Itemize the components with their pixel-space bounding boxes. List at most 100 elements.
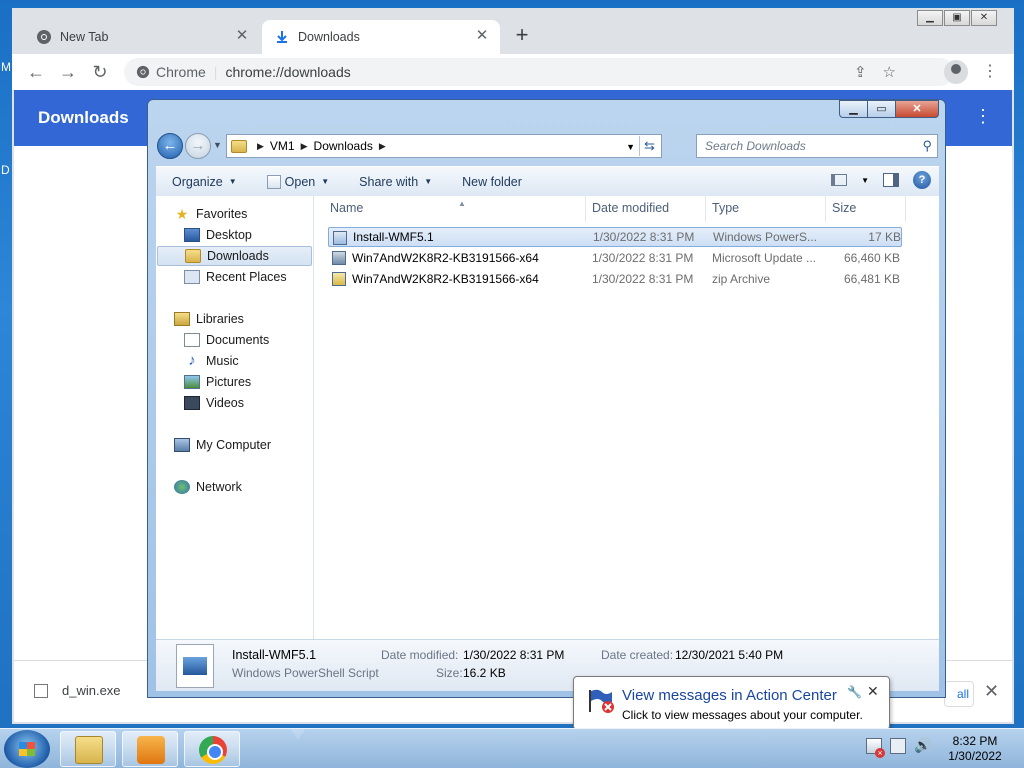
file-name: Win7AndW2K8R2-KB3191566-x64 (352, 272, 539, 286)
file-row[interactable]: Win7AndW2K8R2-KB3191566-x64 1/30/2022 8:… (328, 269, 902, 289)
new-tab-button[interactable]: + (512, 24, 532, 46)
help-icon[interactable]: ? (913, 171, 931, 189)
nav-music[interactable]: ♪ Music (184, 351, 238, 371)
windows-explorer-icon (75, 736, 103, 764)
breadcrumb-chevron-icon[interactable]: ▶ (301, 141, 308, 152)
nav-downloads[interactable]: Downloads (157, 246, 312, 266)
omnibox-actions: ⇪ ☆ (854, 63, 896, 81)
reload-icon[interactable]: ↻ (90, 62, 110, 82)
close-tab-icon[interactable]: ✕ (474, 28, 490, 44)
share-with-label: Share with (359, 174, 419, 189)
site-chip: Chrome (156, 64, 206, 80)
column-header-date-modified[interactable]: Date modified (586, 196, 706, 222)
share-with-button[interactable]: Share with ▼ (359, 175, 432, 189)
breadcrumb-item[interactable]: VM1 (270, 139, 295, 153)
preview-pane-icon[interactable] (883, 173, 899, 187)
url-text: chrome://downloads (225, 64, 351, 80)
taskbar-explorer-button[interactable] (60, 731, 116, 767)
bookmark-star-icon[interactable]: ☆ (883, 63, 896, 81)
download-shelf-item[interactable]: d_win.exe (34, 683, 121, 698)
breadcrumb-chevron-icon[interactable]: ▶ (379, 141, 386, 152)
taskbar-media-player-button[interactable] (122, 731, 178, 767)
explorer-navigation-bar: ← → ▼ ▶ VM1 ▶ Downloads ▶ ▼ ⇆ Search Dow… (156, 132, 939, 160)
explorer-address-bar[interactable]: ▶ VM1 ▶ Downloads ▶ ▼ ⇆ (226, 134, 662, 158)
details-date-modified-label: Date modified: (381, 648, 459, 662)
back-arrow-icon[interactable]: ← (26, 62, 46, 82)
nav-videos[interactable]: Videos (184, 393, 244, 413)
nav-label: Documents (206, 333, 270, 347)
forward-arrow-icon[interactable]: → (185, 133, 211, 159)
column-header-type[interactable]: Type (706, 196, 826, 222)
nav-label: Libraries (196, 312, 244, 326)
close-tab-icon[interactable]: ✕ (234, 28, 250, 44)
nav-documents[interactable]: Documents (184, 330, 269, 350)
explorer-window: ▁ ▭ ✕ ← → ▼ ▶ VM1 ▶ Downloads ▶ ▼ ⇆ Sear… (147, 99, 946, 698)
taskbar-chrome-button[interactable] (184, 731, 240, 767)
nav-my-computer[interactable]: My Computer (174, 435, 271, 455)
breadcrumb-chevron-icon[interactable]: ▶ (257, 141, 264, 152)
desktop-icon-label-fragment: D (1, 163, 10, 177)
details-date-created-label: Date created: (601, 648, 674, 662)
nav-pictures[interactable]: Pictures (184, 372, 251, 392)
share-icon[interactable]: ⇪ (854, 63, 867, 81)
minimize-button[interactable]: ▁ (917, 10, 943, 26)
column-header-size[interactable]: Size (826, 196, 906, 222)
new-folder-button[interactable]: New folder (462, 175, 522, 189)
tab-downloads[interactable]: Downloads ✕ (262, 20, 500, 54)
file-date: 1/30/2022 8:31 PM (592, 272, 694, 286)
downloads-menu-icon[interactable]: ⋮ (974, 106, 992, 127)
system-clock[interactable]: 8:32 PM 1/30/2022 (940, 734, 1010, 764)
nav-recent-places[interactable]: Recent Places (184, 267, 287, 287)
file-date: 1/30/2022 8:31 PM (592, 251, 694, 265)
computer-icon (174, 438, 190, 452)
chrome-icon (199, 736, 227, 764)
notification-body: Click to view messages about your comput… (622, 708, 863, 722)
nav-libraries[interactable]: Libraries (174, 309, 244, 329)
action-center-notification[interactable]: View messages in Action Center Click to … (573, 676, 890, 730)
nav-desktop[interactable]: Desktop (184, 225, 252, 245)
documents-icon (184, 333, 200, 347)
maximize-button[interactable]: ▭ (867, 100, 895, 118)
nav-network[interactable]: Network (174, 477, 242, 497)
address-dropdown-icon[interactable]: ▼ (626, 142, 635, 152)
star-icon: ★ (175, 206, 189, 222)
refresh-icon[interactable]: ⇆ (639, 136, 659, 156)
open-button[interactable]: Open ▼ (266, 174, 329, 189)
back-arrow-icon[interactable]: ← (157, 133, 183, 159)
network-icon (174, 480, 190, 494)
clock-date: 1/30/2022 (948, 749, 1002, 763)
close-window-button[interactable]: ✕ (895, 100, 939, 118)
search-input[interactable]: Search Downloads ⚲ (696, 134, 938, 158)
libraries-icon (174, 312, 190, 326)
volume-icon[interactable]: 🔊 (914, 737, 931, 754)
chrome-menu-icon[interactable]: ⋮ (982, 61, 998, 81)
organize-button[interactable]: Organize ▼ (172, 175, 237, 189)
open-icon (266, 174, 281, 189)
minimize-button[interactable]: ▁ (839, 100, 867, 118)
recent-pages-dropdown-icon[interactable]: ▼ (213, 140, 222, 150)
chevron-down-icon[interactable]: ▼ (861, 176, 869, 185)
action-center-tray-icon[interactable] (866, 737, 885, 758)
restore-button[interactable]: ▣ (944, 10, 970, 26)
file-row[interactable]: Install-WMF5.1 1/30/2022 8:31 PM Windows… (328, 227, 902, 247)
search-icon[interactable]: ⚲ (922, 135, 932, 157)
desktop-icon (184, 228, 200, 242)
forward-arrow-icon[interactable]: → (58, 62, 78, 82)
network-tray-icon[interactable] (890, 737, 906, 754)
start-button[interactable] (4, 730, 50, 768)
address-bar[interactable]: Chrome | chrome://downloads ⇪ ☆ (124, 58, 954, 86)
details-file-name: Install-WMF5.1 (232, 648, 317, 662)
file-row[interactable]: Win7AndW2K8R2-KB3191566-x64 1/30/2022 8:… (328, 248, 902, 268)
close-notification-icon[interactable]: ✕ (867, 683, 879, 700)
close-window-button[interactable]: ✕ (971, 10, 997, 26)
close-shelf-icon[interactable]: ✕ (984, 681, 999, 702)
breadcrumb-item[interactable]: Downloads (314, 139, 373, 153)
show-all-button[interactable]: all (944, 681, 974, 707)
change-view-icon[interactable] (831, 174, 848, 186)
nav-favorites[interactable]: ★ Favorites (174, 204, 248, 224)
column-header-name[interactable]: Name ▲ (324, 196, 586, 222)
wrench-icon[interactable]: 🔧 (847, 685, 862, 699)
profile-avatar-icon[interactable] (944, 60, 968, 84)
tab-new-tab[interactable]: New Tab ✕ (24, 20, 260, 54)
notification-title[interactable]: View messages in Action Center (622, 687, 837, 704)
